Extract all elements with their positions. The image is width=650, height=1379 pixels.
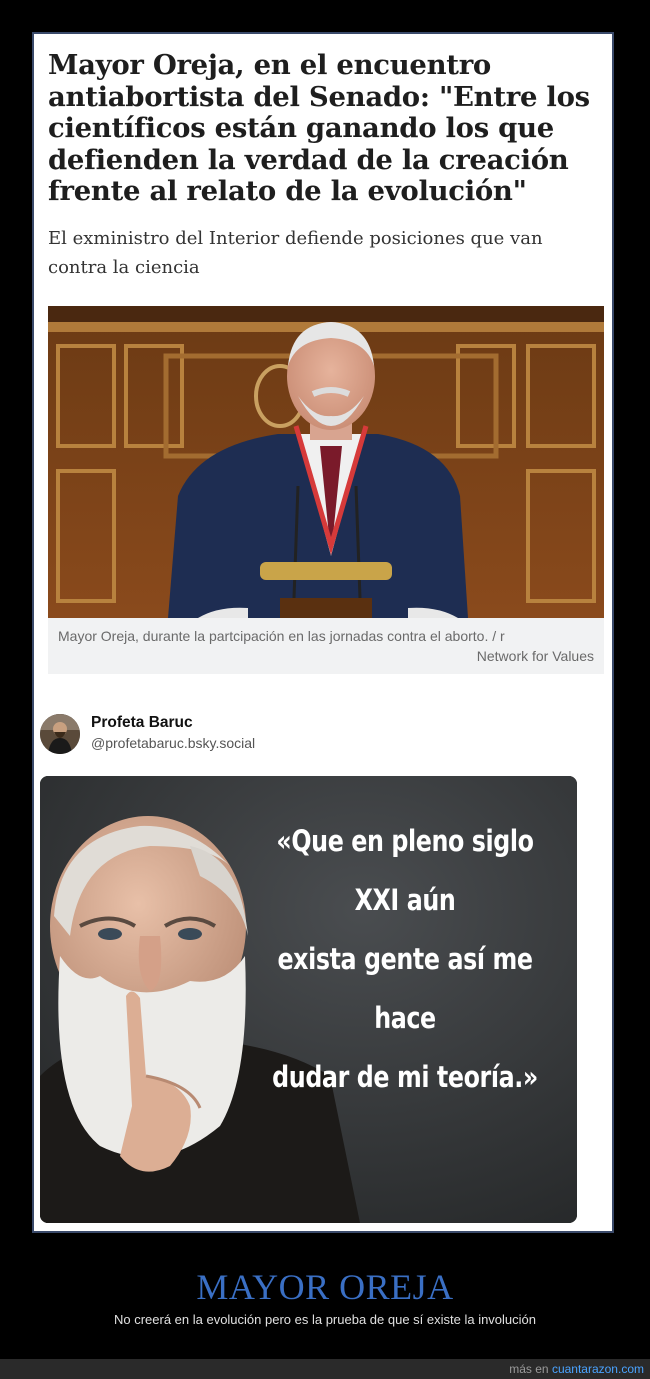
footer-prefix: más en — [509, 1362, 549, 1376]
avatar[interactable] — [40, 714, 80, 754]
headline-line: Mayor Oreja, en el encuentro — [48, 49, 491, 81]
profile-picture-icon — [40, 714, 80, 754]
article-subheadline: El exministro del Interior defiende posi… — [48, 224, 593, 282]
author-handle[interactable]: @profetabaruc.bsky.social — [91, 735, 255, 751]
quote-line: exista gente así me hace — [277, 942, 533, 1035]
site-link[interactable]: cuantarazon.com — [552, 1362, 644, 1376]
footer-credit: más en cuantarazon.com — [509, 1362, 644, 1376]
photo-caption: Mayor Oreja, durante la partcipación en … — [48, 618, 604, 674]
caption-line: Mayor Oreja, durante la partcipación en … — [58, 628, 505, 644]
meme-frame: Mayor Oreja, en el encuentro antiabortis… — [32, 32, 614, 1233]
meme-subtitle: No creerá en la evolución pero es la pru… — [113, 1312, 537, 1327]
quote-line: «Que en pleno siglo XXI aún — [276, 824, 534, 917]
headline-line: defienden la verdad de la creación — [48, 143, 569, 176]
quote-line: dudar de mi teoría.» — [272, 1060, 538, 1094]
meme-title: MAYOR OREJA — [196, 1267, 454, 1307]
article-headline: Mayor Oreja, en el encuentro antiabortis… — [48, 49, 604, 208]
article-photo — [48, 306, 604, 618]
darwin-meme-image[interactable]: «Que en pleno siglo XXI aún exista gente… — [40, 776, 577, 1223]
author-name[interactable]: Profeta Baruc — [91, 714, 193, 732]
subheadline-line: contra la ciencia — [48, 257, 200, 278]
headline-line: frente al relato de la evolución" — [48, 175, 527, 207]
headline-line: antiabortista del Senado: "Entre los — [48, 80, 590, 113]
subheadline-line: El exministro del Interior defiende posi… — [48, 228, 543, 249]
post-author[interactable]: Profeta Baruc @profetabaruc.bsky.social — [40, 714, 600, 754]
headline-line: científicos están ganando los que — [48, 112, 554, 144]
footer-bar: más en cuantarazon.com — [0, 1359, 650, 1379]
speaker-at-podium-image — [48, 306, 604, 618]
caption-line: Network for Values — [476, 648, 594, 664]
darwin-quote: «Que en pleno siglo XXI aún exista gente… — [270, 812, 541, 1107]
